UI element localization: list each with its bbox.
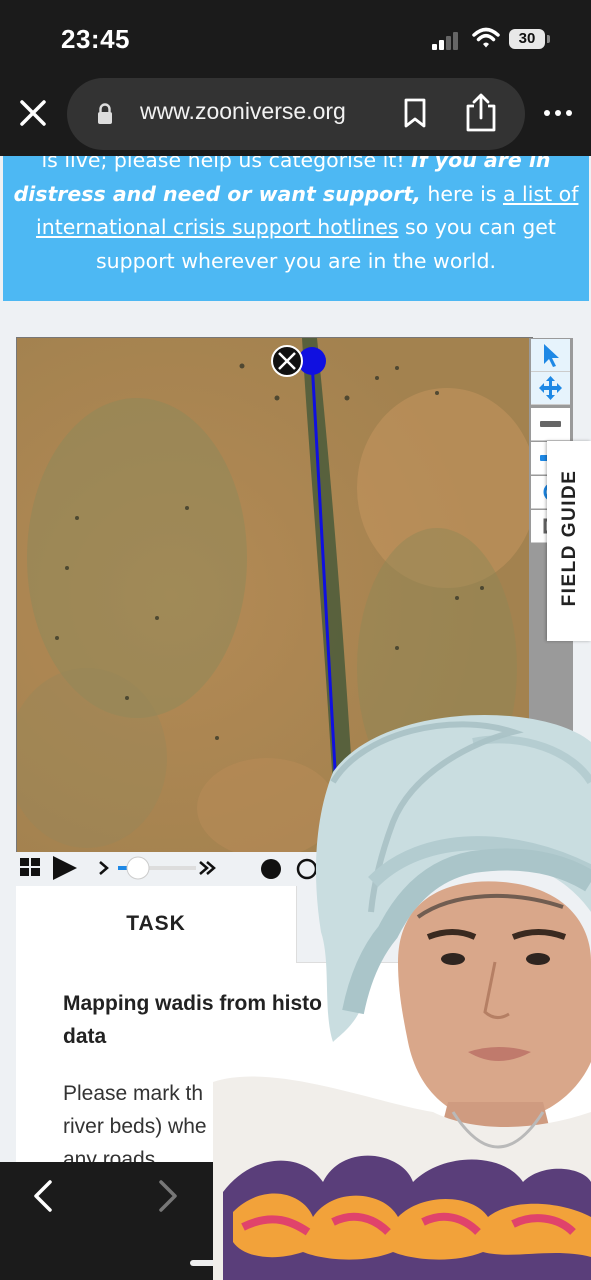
- person-photo: [213, 714, 591, 1280]
- cellular-signal-icon: [432, 30, 462, 50]
- selfie-video-overlay: [213, 712, 591, 1280]
- slow-icon[interactable]: [99, 861, 109, 875]
- banner-text: is live; please help us categorise it!: [41, 156, 412, 172]
- banner-line-1: is live; please help us categorise it! I…: [3, 156, 589, 178]
- more-options-icon[interactable]: [543, 108, 573, 118]
- thumbnails-icon[interactable]: [20, 858, 40, 876]
- battery-indicator: 30: [509, 29, 545, 49]
- wifi-icon: [472, 27, 500, 48]
- banner-line-3: international crisis support hotlines so…: [3, 211, 589, 245]
- browser-toolbar: www.zooniverse.org: [0, 78, 591, 156]
- bookmark-icon[interactable]: [403, 98, 427, 128]
- field-guide-label: FIELD GUIDE: [559, 469, 580, 607]
- battery-tip: [547, 35, 550, 43]
- address-bar[interactable]: www.zooniverse.org: [67, 78, 525, 150]
- delete-point-icon[interactable]: [271, 345, 303, 377]
- share-icon[interactable]: [464, 92, 498, 132]
- announcement-banner: is live; please help us categorise it! I…: [3, 156, 589, 301]
- minus-icon: [540, 421, 561, 427]
- banner-text: here is: [420, 181, 503, 206]
- zoom-out-button[interactable]: [531, 408, 570, 441]
- banner-text: so you can get: [398, 215, 556, 239]
- hotlines-link[interactable]: international crisis support hotlines: [36, 215, 398, 239]
- play-icon[interactable]: [53, 856, 77, 880]
- banner-line-4: support wherever you are in the world.: [95, 248, 497, 273]
- forward-arrow-icon[interactable]: [155, 1178, 181, 1214]
- back-arrow-icon[interactable]: [30, 1178, 56, 1214]
- banner-line-2: distress and need or want support, here …: [3, 178, 589, 212]
- speed-slider-thumb[interactable]: [126, 856, 150, 880]
- lock-icon: [98, 103, 112, 124]
- clock: 23:45: [61, 24, 130, 54]
- hotlines-link[interactable]: a list of: [503, 182, 578, 206]
- status-bar: 23:45 30: [0, 0, 591, 78]
- banner-emphasis: distress and need or want support,: [13, 181, 421, 206]
- move-icon: [539, 376, 562, 400]
- banner-emphasis: If you are in: [411, 156, 551, 172]
- fast-icon[interactable]: [199, 861, 216, 875]
- url-text: www.zooniverse.org: [140, 98, 346, 124]
- field-guide-tab[interactable]: FIELD GUIDE: [547, 441, 591, 641]
- close-icon[interactable]: [18, 98, 48, 128]
- move-tool-button[interactable]: [531, 372, 570, 405]
- annotate-tool-button[interactable]: [531, 339, 570, 372]
- pointer-icon: [544, 344, 559, 367]
